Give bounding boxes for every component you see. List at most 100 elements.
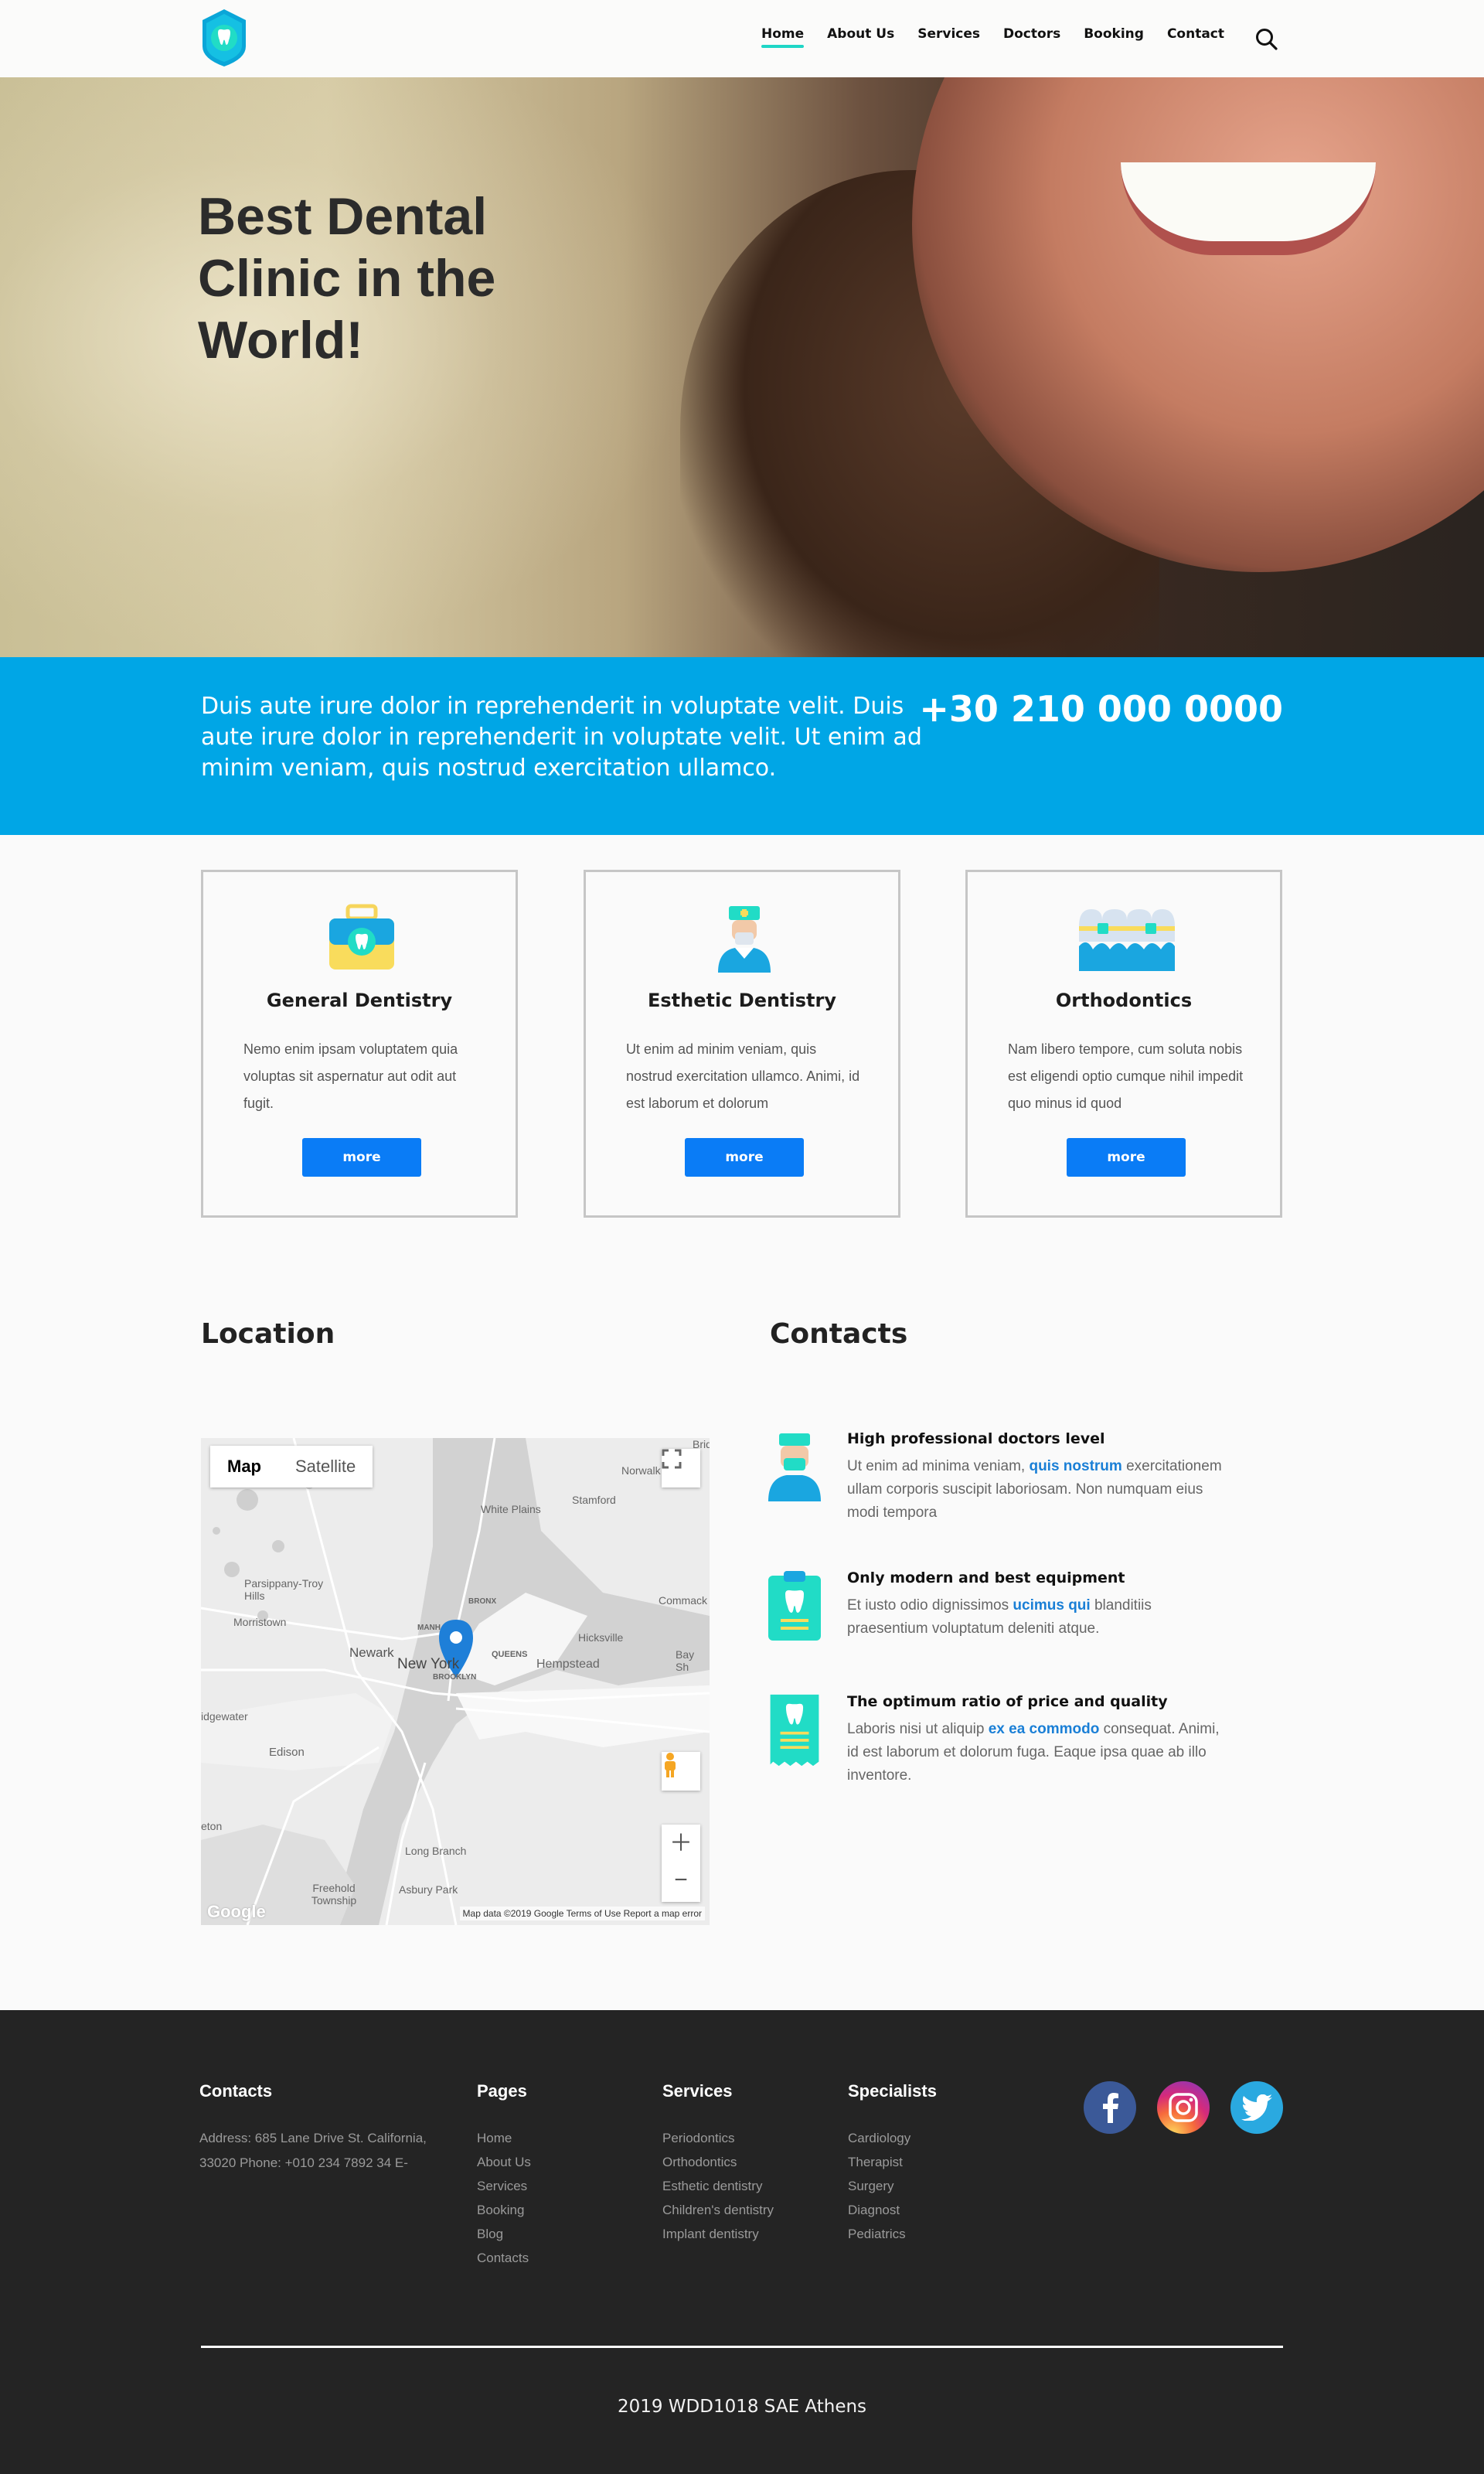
map-label: Asbury Park [399, 1883, 458, 1896]
twitter-icon[interactable] [1230, 2081, 1283, 2134]
google-logo: Google [207, 1902, 266, 1921]
instagram-icon[interactable] [1157, 2081, 1210, 2134]
facebook-icon[interactable] [1084, 2081, 1136, 2134]
main-menu: Home About Us Services Doctors Booking C… [761, 26, 1224, 48]
footer-link-pediatrics[interactable]: Pediatrics [848, 2222, 937, 2246]
map-label: Morristown [233, 1616, 287, 1628]
service-card-general-dentistry: General Dentistry Nemo enim ipsam volupt… [201, 870, 518, 1218]
footer-divider [201, 2346, 1283, 2348]
nav-doctors[interactable]: Doctors [1003, 26, 1060, 48]
map-label: Hicksville [578, 1631, 624, 1644]
footer-link-about-us[interactable]: About Us [477, 2150, 531, 2174]
card-text: Ut enim ad minim veniam, quis nostrud ex… [626, 1041, 860, 1111]
map-label: Commack [659, 1594, 708, 1607]
map-label: Stamford [572, 1494, 616, 1506]
map-tab-satellite[interactable]: Satellite [278, 1446, 373, 1487]
map-label: Norwalk [621, 1464, 661, 1477]
card-title: General Dentistry [266, 990, 453, 1011]
contacts-title: Contacts [770, 1318, 908, 1350]
footer-link-therapist[interactable]: Therapist [848, 2150, 937, 2174]
footer-link-booking[interactable]: Booking [477, 2198, 531, 2222]
feature-title: Only modern and best equipment [847, 1569, 1125, 1586]
feature-highlight: ucimus qui [1013, 1597, 1091, 1614]
footer-heading: Pages [477, 2081, 527, 2101]
map-label: idgewater [201, 1710, 248, 1723]
footer-link-services[interactable]: Services [477, 2174, 531, 2198]
card-title: Orthodontics [1055, 990, 1193, 1011]
band-text: Duis aute irure dolor in reprehenderit i… [201, 693, 922, 782]
map-label: White Plains [481, 1503, 541, 1515]
card-text: Nemo enim ipsam voluptatem quia voluptas… [243, 1041, 458, 1111]
map-type-switch: Map Satellite [210, 1446, 373, 1487]
esthetic-dentistry-more-button[interactable]: more [685, 1138, 804, 1177]
footer-link-diagnost[interactable]: Diagnost [848, 2198, 937, 2222]
zoom-controls: ＋ − [662, 1825, 700, 1902]
street-view-button[interactable] [662, 1752, 700, 1791]
doctor-icon [768, 1433, 821, 1501]
hero-title: Best Dental Clinic in the World! [198, 187, 496, 370]
nav-contact[interactable]: Contact [1167, 26, 1224, 48]
map-label: QUEENS [492, 1650, 528, 1659]
footer-heading: Contacts [199, 2081, 273, 2101]
fullscreen-button[interactable] [662, 1449, 700, 1487]
info-band: Duis aute irure dolor in reprehenderit i… [0, 657, 1484, 835]
fullscreen-icon [662, 1449, 682, 1469]
footer-link-orthodontics[interactable]: Orthodontics [662, 2150, 774, 2174]
card-text: Nam libero tempore, cum soluta nobis est… [1008, 1041, 1244, 1111]
search-icon[interactable] [1254, 26, 1280, 53]
location-title: Location [201, 1318, 335, 1350]
footer-address: Address: 685 Lane Drive St. California, … [199, 2131, 427, 2170]
service-card-orthodontics: Orthodontics Nam libero tempore, cum sol… [965, 870, 1282, 1218]
footer-services: Services Periodontics Orthodontics Esthe… [662, 2081, 774, 2246]
footer-link-implant-dentistry[interactable]: Implant dentistry [662, 2222, 774, 2246]
footer-contacts: Contacts Address: 685 Lane Drive St. Cal… [199, 2081, 447, 2176]
zoom-out-icon[interactable]: − [674, 1863, 688, 1902]
footer-link-childrens-dentistry[interactable]: Children's dentistry [662, 2198, 774, 2222]
footer-heading: Services [662, 2081, 733, 2101]
footer-specialists: Specialists Cardiology Therapist Surgery… [848, 2081, 937, 2246]
general-dentistry-more-button[interactable]: more [302, 1138, 421, 1177]
nav-services[interactable]: Services [917, 26, 980, 48]
zoom-in-icon[interactable]: ＋ [669, 1825, 693, 1863]
footer-link-periodontics[interactable]: Periodontics [662, 2126, 774, 2150]
map-label: Hempstead [536, 1658, 600, 1671]
nav-about-us[interactable]: About Us [827, 26, 894, 48]
nav-booking[interactable]: Booking [1084, 26, 1144, 48]
map-label: Parsippany-Troy Hills [244, 1577, 324, 1602]
map-label: Long Branch [405, 1845, 467, 1857]
dental-kit-icon [329, 904, 394, 969]
feature-text: Laboris nisi ut aliquip ex ea commodo co… [847, 1721, 1220, 1784]
top-navigation: Home About Us Services Doctors Booking C… [0, 0, 1484, 77]
footer-link-surgery[interactable]: Surgery [848, 2174, 937, 2198]
hero-banner: Best Dental Clinic in the World! [0, 77, 1484, 657]
footer-link-esthetic-dentistry[interactable]: Esthetic dentistry [662, 2174, 774, 2198]
footer-link-home[interactable]: Home [477, 2126, 531, 2150]
map-label: BROOKLYN [433, 1673, 477, 1682]
footer-heading: Specialists [848, 2081, 937, 2101]
braces-icon [1079, 909, 1175, 971]
footer-link-blog[interactable]: Blog [477, 2222, 531, 2246]
tooth-shield-logo-icon[interactable] [199, 8, 249, 68]
map-tab-map[interactable]: Map [210, 1446, 278, 1487]
pegman-icon [665, 1753, 676, 1777]
nav-home[interactable]: Home [761, 26, 805, 48]
phone-number[interactable]: +30 210 000 0000 [919, 688, 1283, 730]
card-title: Esthetic Dentistry [647, 990, 837, 1011]
map-attribution[interactable]: Map data ©2019 Google Terms of Use Repor… [459, 1907, 705, 1920]
map-label: Edison [269, 1746, 305, 1759]
feature-text: Et iusto odio dignissimos ucimus qui bla… [847, 1597, 1152, 1637]
map-label: Freehold Township [311, 1882, 357, 1907]
service-card-esthetic-dentistry: Esthetic Dentistry Ut enim ad minim veni… [584, 870, 900, 1218]
dentist-icon [718, 906, 771, 973]
feature-title: High professional doctors level [847, 1430, 1105, 1447]
footer-link-contacts[interactable]: Contacts [477, 2246, 531, 2270]
footer-pages: Pages Home About Us Services Booking Blo… [477, 2081, 531, 2270]
map-label: New York [397, 1656, 460, 1672]
clipboard-tooth-icon [768, 1571, 821, 1641]
footer-link-cardiology[interactable]: Cardiology [848, 2126, 937, 2150]
map-label: BRONX [468, 1597, 497, 1606]
footer: Contacts Address: 685 Lane Drive St. Cal… [0, 2010, 1484, 2474]
google-map[interactable]: White Plains Stamford Norwalk Parsippany… [201, 1438, 710, 1925]
map-label: Bay Sh [676, 1648, 695, 1673]
orthodontics-more-button[interactable]: more [1067, 1138, 1186, 1177]
